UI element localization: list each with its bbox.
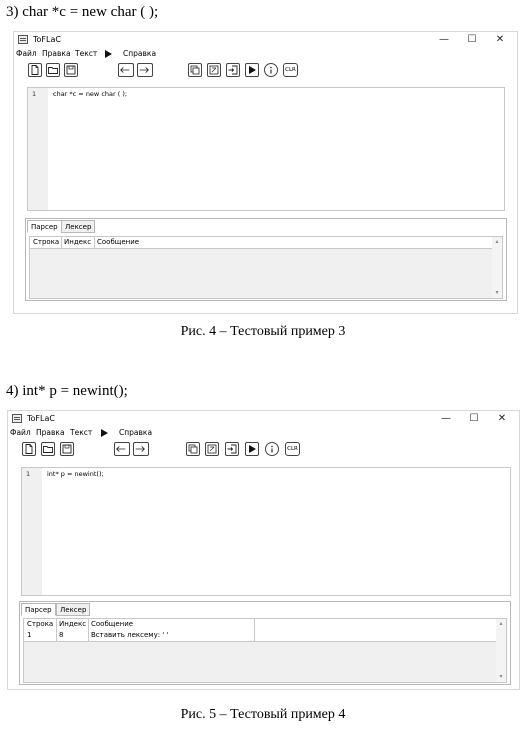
column-divider (88, 619, 89, 630)
scroll-up-icon[interactable]: ▴ (498, 621, 504, 627)
menu-bar: Файл Правка Текст Справка (14, 48, 517, 60)
close-button[interactable]: ✕ (491, 412, 513, 426)
clear-icon[interactable]: CLR (283, 63, 298, 77)
menu-edit[interactable]: Правка (42, 49, 71, 58)
code-editor[interactable]: 1 int* p = newint(); (21, 467, 511, 596)
copy-icon[interactable] (188, 63, 202, 77)
cut-icon[interactable] (205, 442, 219, 456)
column-divider (254, 619, 255, 630)
window-title: ToFLaC (27, 414, 55, 423)
run-icon[interactable] (245, 442, 259, 456)
code-line[interactable]: int* p = newint(); (47, 470, 104, 478)
paste-icon[interactable] (225, 442, 239, 456)
maximize-button[interactable]: ☐ (461, 33, 483, 47)
code-line[interactable]: char *c = new char ( ); (53, 90, 127, 98)
scroll-down-icon[interactable]: ▾ (494, 290, 500, 296)
save-icon[interactable] (64, 63, 78, 77)
column-divider (56, 630, 57, 641)
output-panel: Парсер Лексер Строка Индекс Сообщение 1 … (19, 601, 511, 685)
menu-edit[interactable]: Правка (36, 428, 65, 437)
save-icon[interactable] (60, 442, 74, 456)
example-3-heading: 3) char *c = new char ( ); (6, 4, 159, 20)
open-folder-icon[interactable] (46, 63, 60, 77)
table-header: Строка Индекс Сообщение (30, 237, 492, 249)
toolbar: CLR (14, 60, 517, 80)
output-panel: Парсер Лексер Строка Индекс Сообщение ▴ … (25, 218, 507, 301)
column-index[interactable]: Индекс (59, 620, 86, 628)
info-icon[interactable] (264, 63, 278, 77)
column-divider (61, 237, 62, 248)
figure-4-caption: Рис. 4 – Тестовый пример 3 (180, 324, 346, 339)
menu-file[interactable]: Файл (16, 49, 37, 58)
code-editor[interactable]: 1 char *c = new char ( ); (27, 87, 505, 211)
tab-parser[interactable]: Парсер (27, 220, 62, 233)
open-folder-icon[interactable] (41, 442, 55, 456)
menu-run-icon[interactable] (101, 429, 108, 437)
line-number: 1 (26, 470, 31, 478)
figure-5-caption: Рис. 5 – Тестовый пример 4 (180, 707, 346, 722)
close-button[interactable]: ✕ (489, 33, 511, 47)
column-divider (88, 630, 89, 641)
copy-icon[interactable] (186, 442, 200, 456)
toolbar: CLR (8, 439, 519, 459)
menu-file[interactable]: Файл (10, 428, 31, 437)
menu-run-icon[interactable] (105, 50, 112, 58)
undo-arrow-icon[interactable] (118, 63, 134, 77)
line-gutter: 1 (22, 468, 42, 595)
vertical-scrollbar[interactable]: ▴ ▾ (492, 237, 502, 298)
column-message[interactable]: Сообщение (91, 620, 133, 628)
new-file-icon[interactable] (28, 63, 42, 77)
title-bar: ToFLaC — ☐ ✕ (8, 411, 519, 427)
cell-index: 8 (59, 631, 64, 639)
column-divider (56, 619, 57, 630)
scroll-down-icon[interactable]: ▾ (498, 674, 504, 680)
redo-arrow-icon[interactable] (133, 442, 149, 456)
table-row[interactable]: 1 8 Вставить лексему: ' ' (24, 630, 496, 642)
column-line[interactable]: Строка (33, 238, 59, 246)
tab-parser[interactable]: Парсер (21, 603, 56, 616)
menu-bar: Файл Правка Текст Справка (8, 427, 519, 439)
toflac-window-example-3: ToFLaC — ☐ ✕ Файл Правка Текст Справка C… (13, 31, 518, 314)
clear-icon[interactable]: CLR (285, 442, 300, 456)
undo-arrow-icon[interactable] (114, 442, 130, 456)
run-icon[interactable] (245, 63, 259, 77)
new-file-icon[interactable] (22, 442, 36, 456)
cut-icon[interactable] (207, 63, 221, 77)
tab-lexer[interactable]: Лексер (56, 603, 91, 616)
column-line[interactable]: Строка (27, 620, 53, 628)
minimize-button[interactable]: — (435, 412, 457, 426)
tab-strip: Парсер Лексер (26, 219, 506, 233)
redo-arrow-icon[interactable] (137, 63, 153, 77)
scroll-up-icon[interactable]: ▴ (494, 239, 500, 245)
paste-icon[interactable] (226, 63, 240, 77)
line-number: 1 (32, 90, 37, 98)
column-divider (94, 237, 95, 248)
minimize-button[interactable]: — (433, 33, 455, 47)
tab-lexer[interactable]: Лексер (61, 220, 96, 233)
menu-help[interactable]: Справка (119, 428, 152, 437)
vertical-scrollbar[interactable]: ▴ ▾ (496, 619, 506, 682)
menu-text[interactable]: Текст (70, 428, 92, 437)
column-message[interactable]: Сообщение (97, 238, 139, 246)
cell-line: 1 (27, 631, 32, 639)
cell-message: Вставить лексему: ' ' (91, 631, 169, 639)
column-index[interactable]: Индекс (64, 238, 91, 246)
menu-text[interactable]: Текст (75, 49, 97, 58)
toflac-window-example-4: ToFLaC — ☐ ✕ Файл Правка Текст Справка C… (7, 410, 520, 690)
line-gutter: 1 (28, 88, 48, 210)
example-4-heading: 4) int* p = newint(); (6, 383, 128, 399)
results-table: Строка Индекс Сообщение ▴ ▾ (29, 236, 503, 299)
tab-strip: Парсер Лексер (20, 602, 510, 616)
app-icon (18, 35, 28, 44)
menu-help[interactable]: Справка (123, 49, 156, 58)
info-icon[interactable] (265, 442, 279, 456)
app-icon (12, 414, 22, 423)
title-bar: ToFLaC — ☐ ✕ (14, 32, 517, 48)
results-table: Строка Индекс Сообщение 1 8 Вставить лек… (23, 618, 507, 683)
column-divider (254, 630, 255, 641)
window-title: ToFLaC (33, 35, 61, 44)
maximize-button[interactable]: ☐ (463, 412, 485, 426)
